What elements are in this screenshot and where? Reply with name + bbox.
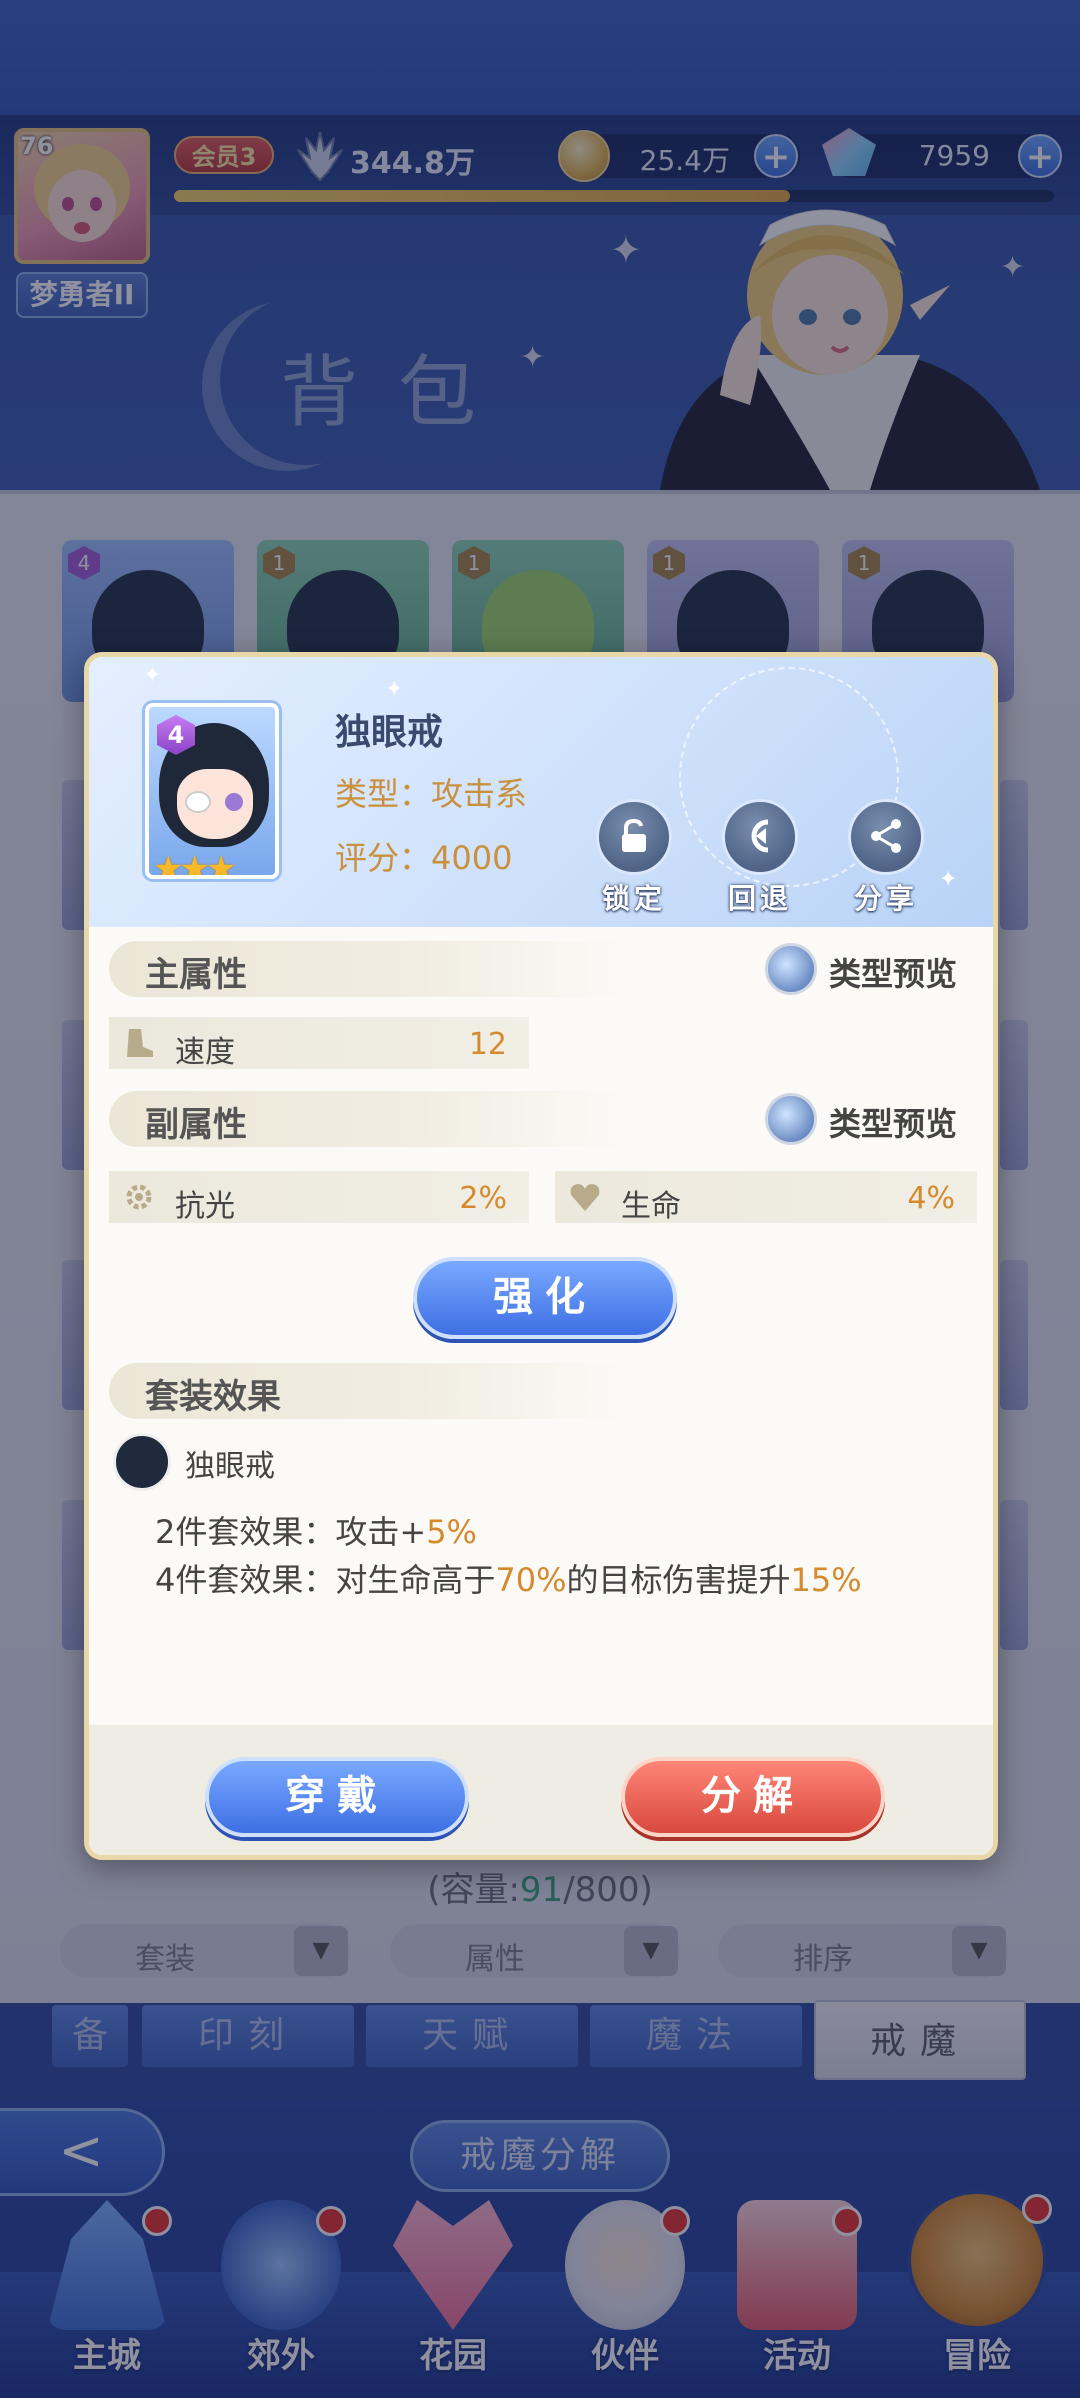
stat-row: 速度 12 [109,1017,529,1070]
section-title: 主属性 [145,955,247,995]
bonus-value: 70% [495,1561,567,1599]
set-name: 独眼戒 [185,1449,275,1484]
stat-value: 4% [907,1181,955,1216]
stat-row: 抗光 2% [109,1171,529,1224]
type-preview-label: 类型预览 [829,955,958,993]
sparkle-decoration: ✦ [143,663,162,688]
gear-icon [126,1184,152,1210]
magnifier-icon [765,943,817,995]
stat-name: 生命 [621,1189,681,1224]
enhance-button[interactable]: 强化 [413,1257,677,1339]
equip-button[interactable]: 穿戴 [205,1757,469,1837]
boot-icon [127,1029,153,1057]
magnifier-icon [765,1093,817,1145]
share-label: 分享 [853,882,918,915]
eyepatch-art [185,791,211,813]
sub-type-preview-button[interactable]: 类型预览 [765,1091,985,1147]
bonus-value: 5% [426,1513,477,1551]
set-bonus-2: 2件套效果：攻击+5% [155,1507,477,1553]
item-star-rating: ★★★ [153,849,236,879]
sub-attribute-header: 副属性 [109,1091,629,1147]
item-score: 评分：4000 [335,839,513,877]
bonus-text: 2件套效果：攻击+ [155,1513,427,1551]
stat-row: 生命 4% [555,1171,977,1224]
set-effect-header: 套装效果 [109,1363,629,1419]
item-name: 独眼戒 [335,712,444,753]
lock-icon [596,799,672,875]
share-icon [848,799,924,875]
rollback-label: 回退 [727,882,792,915]
set-bonus-4: 4件套效果：对生命高于70%的目标伤害提升15% [155,1555,862,1601]
section-title: 套装效果 [145,1377,281,1417]
bonus-text: 的目标伤害提升 [566,1561,791,1599]
type-preview-label: 类型预览 [829,1105,958,1143]
set-portrait-icon [113,1433,171,1491]
decompose-button[interactable]: 分解 [621,1757,885,1837]
section-title: 副属性 [145,1105,247,1145]
stat-name: 速度 [175,1035,235,1070]
stat-name: 抗光 [175,1189,235,1224]
item-type: 类型：攻击系 [335,775,528,813]
stat-value: 2% [459,1181,507,1216]
heart-icon [570,1184,600,1211]
sparkle-decoration: ✦ [939,867,958,892]
sparkle-decoration: ✦ [385,677,404,702]
rollback-icon [722,799,798,875]
item-art-eye [225,793,243,811]
item-icon: 4 ★★★ [145,703,279,879]
stat-value: 12 [468,1027,507,1062]
bonus-text: 4件套效果：对生命高于 [155,1561,496,1599]
bonus-value: 15% [790,1561,862,1599]
main-type-preview-button[interactable]: 类型预览 [765,941,985,997]
item-detail-dialog: ✦ ✦ ✦ 4 ★★★ 独眼戒 类型：攻击系 评分：4000 锁定 回退 分享 … [84,652,998,1860]
main-attribute-header: 主属性 [109,941,629,997]
lock-label: 锁定 [601,882,666,915]
